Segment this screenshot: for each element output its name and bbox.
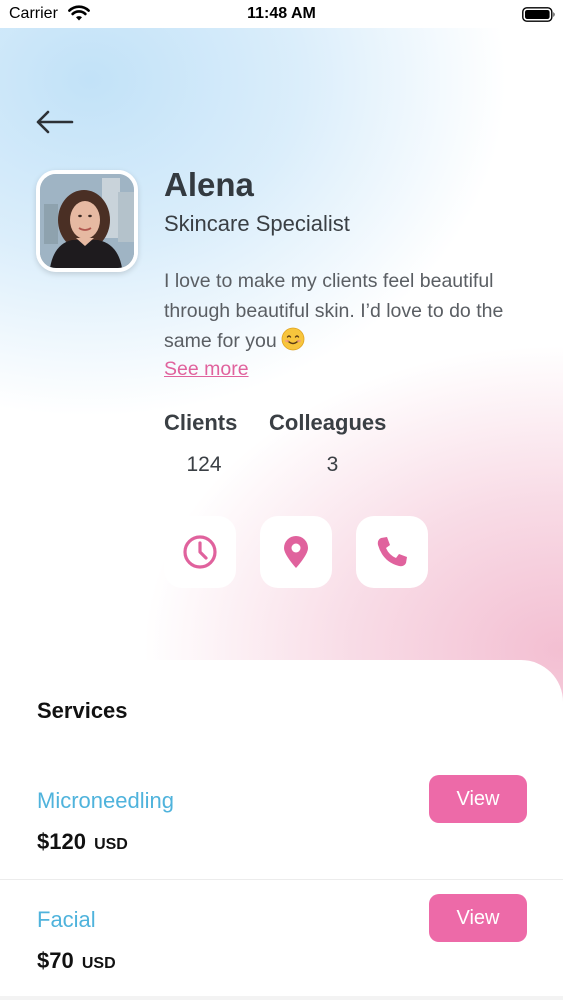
profile-screen: Carrier 11:48 AM Alena Skincare Speciali… — [0, 0, 563, 1000]
hours-button[interactable] — [164, 516, 236, 588]
colleagues-label: Colleagues — [269, 410, 387, 435]
profile-role: Skincare Specialist — [164, 211, 350, 236]
service-price-amount: $70 — [37, 948, 74, 973]
service-price-amount: $120 — [37, 829, 86, 854]
location-pin-icon — [284, 536, 308, 568]
clients-count: 124 — [186, 453, 222, 476]
battery-icon — [522, 7, 555, 22]
colleagues-count: 3 — [326, 453, 339, 476]
profile-bio: I love to make my clients feel beautiful… — [164, 266, 544, 356]
services-sheet: Services Microneedling $120 USD View Fac… — [0, 660, 563, 1000]
avatar-photo — [40, 174, 134, 268]
back-arrow-icon[interactable] — [34, 108, 76, 136]
service-price: $70 USD — [37, 948, 116, 974]
location-button[interactable] — [260, 516, 332, 588]
bottom-edge — [0, 996, 563, 1000]
view-microneedling-button[interactable]: View — [429, 775, 527, 823]
status-bar: Carrier 11:48 AM — [0, 0, 563, 28]
see-more-link[interactable]: See more — [164, 358, 249, 381]
view-facial-button[interactable]: View — [429, 894, 527, 942]
services-title: Services — [37, 698, 128, 723]
service-divider — [0, 879, 563, 880]
profile-bio-text: I love to make my clients feel beautiful… — [164, 270, 504, 352]
clock-icon — [183, 535, 217, 569]
status-time: 11:48 AM — [247, 5, 316, 22]
smiling-face-emoji-icon — [281, 327, 305, 351]
service-item-microneedling: Microneedling $120 USD View — [0, 775, 563, 906]
service-item-facial: Facial $70 USD View — [0, 894, 563, 1000]
clients-label: Clients — [164, 410, 238, 435]
service-name: Microneedling — [37, 788, 174, 813]
service-name: Facial — [37, 907, 96, 932]
service-price: $120 USD — [37, 829, 128, 855]
phone-icon — [377, 537, 407, 567]
service-price-currency: USD — [81, 955, 116, 972]
call-button[interactable] — [356, 516, 428, 588]
service-price-currency: USD — [94, 836, 128, 853]
profile-name: Alena — [164, 166, 254, 203]
avatar — [36, 170, 138, 272]
